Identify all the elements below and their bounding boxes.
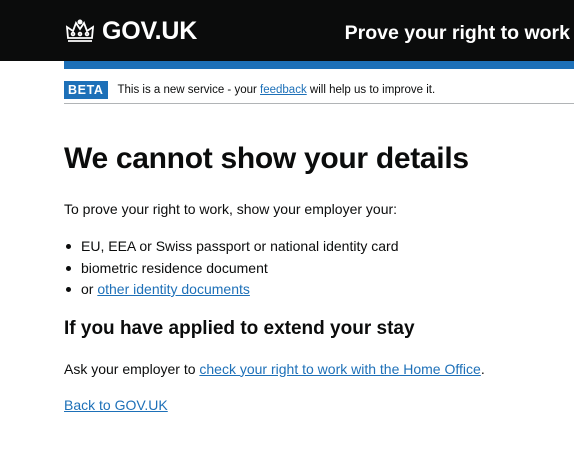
list-item: or other identity documents <box>64 279 569 301</box>
header-blue-bar <box>64 61 574 69</box>
phase-banner: BETA This is a new service - your feedba… <box>64 77 574 104</box>
list-item: EU, EEA or Swiss passport or national id… <box>64 236 569 258</box>
intro-text: To prove your right to work, show your e… <box>64 201 398 217</box>
documents-list: EU, EEA or Swiss passport or national id… <box>64 236 569 301</box>
ask-suffix: . <box>480 360 485 377</box>
feedback-link[interactable]: feedback <box>260 84 307 96</box>
back-to-govuk-link[interactable]: Back to GOV.UK <box>64 397 168 413</box>
page-title: We cannot show your details <box>64 142 469 175</box>
phase-banner-text: This is a new service - your feedback wi… <box>118 84 436 96</box>
logo-text: GOV.UK <box>102 17 198 45</box>
phase-text-after: will help us to improve it. <box>309 84 436 96</box>
govuk-logo-link[interactable]: GOV.UK <box>64 17 197 45</box>
beta-tag: BETA <box>64 81 108 99</box>
back-paragraph: Back to GOV.UK <box>64 396 569 414</box>
other-identity-documents-link[interactable]: other identity documents <box>97 281 250 297</box>
main-content: We cannot show your details To prove you… <box>64 140 569 414</box>
site-header: GOV.UK Prove your right to work <box>0 0 574 61</box>
service-name-link[interactable]: Prove your right to work <box>345 21 570 45</box>
extend-stay-heading: If you have applied to extend your stay <box>64 317 415 339</box>
ask-text: Ask your employer to <box>64 360 196 377</box>
check-right-to-work-link[interactable]: check your right to work with the Home O… <box>199 361 480 377</box>
list-item: biometric residence document <box>64 258 569 280</box>
ask-employer-text: Ask your employer to check your right to… <box>64 360 569 378</box>
crown-icon <box>65 19 95 42</box>
phase-text-before: This is a new service - your <box>117 84 257 96</box>
other-docs-prefix: or <box>81 281 94 297</box>
